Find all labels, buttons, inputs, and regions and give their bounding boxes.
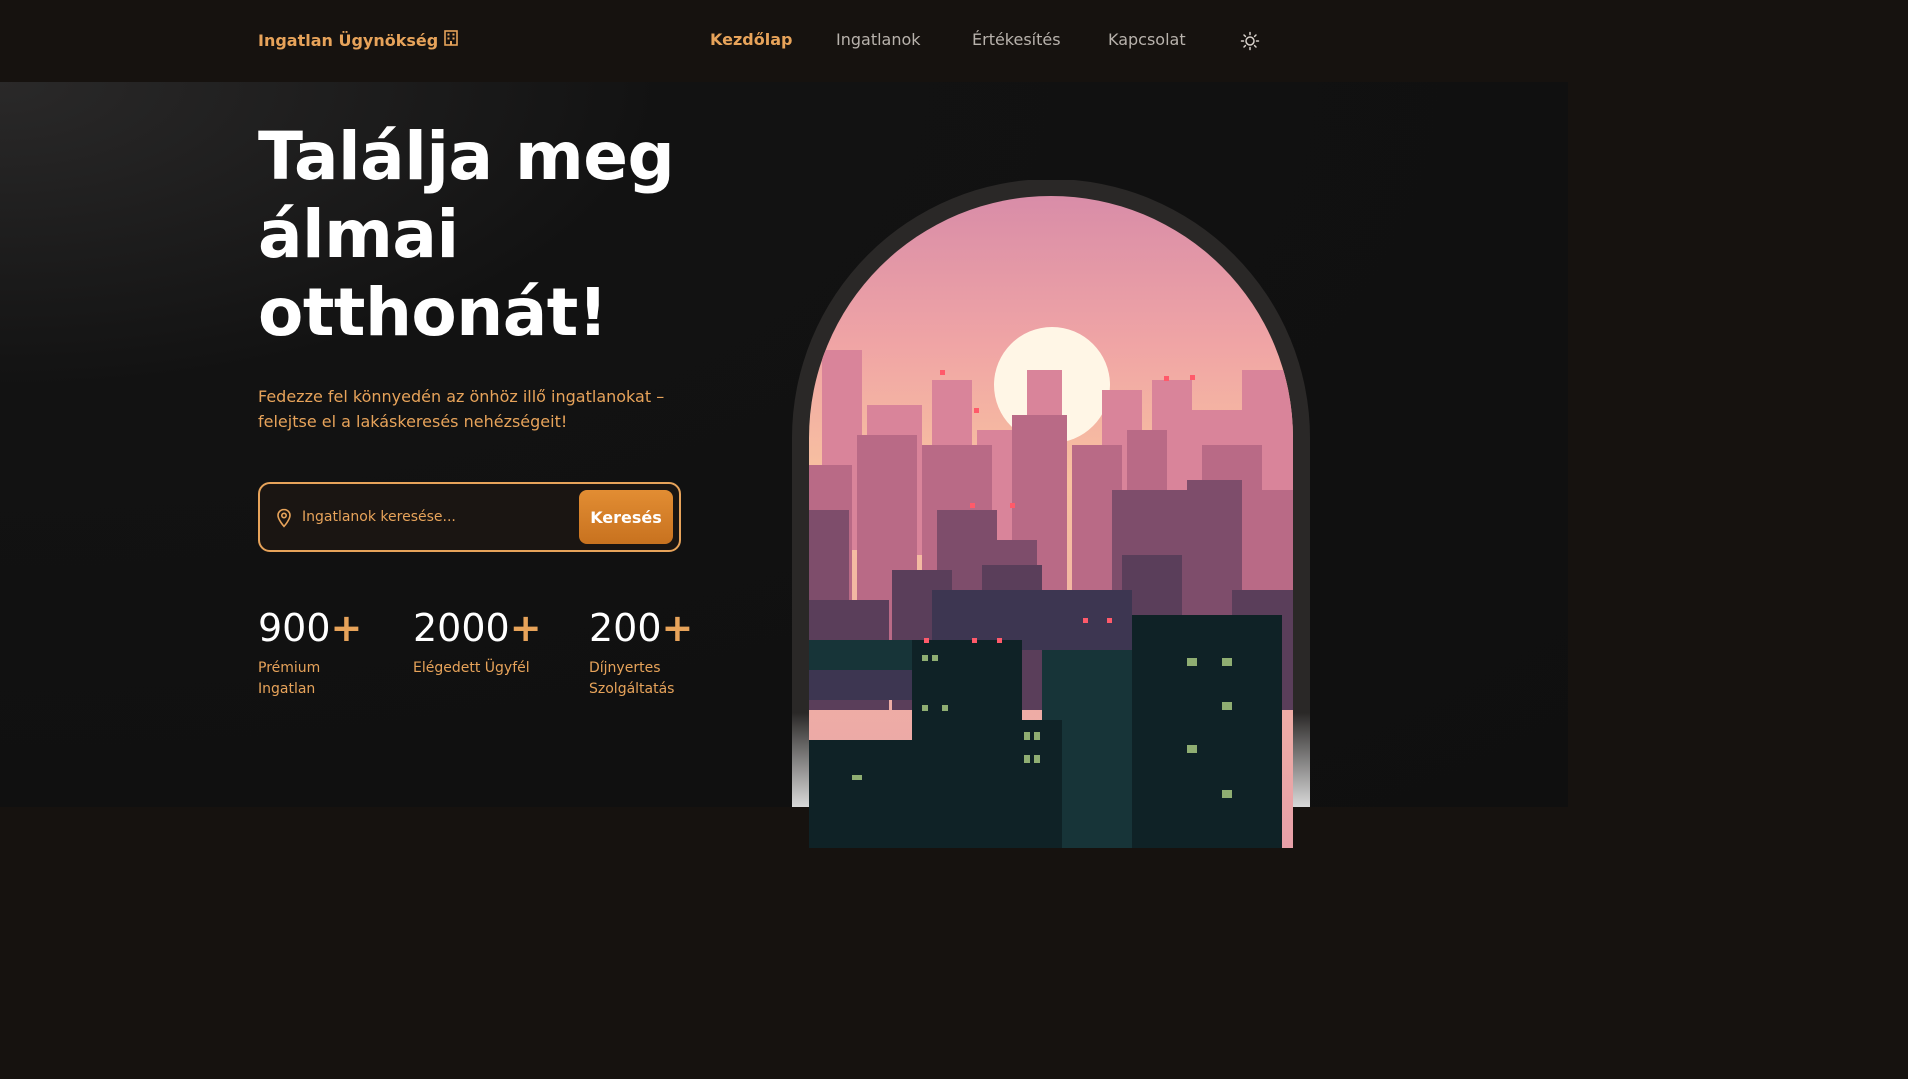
- stat-plus: +: [509, 606, 542, 650]
- hero-subtitle: Fedezze fel könnyedén az önhöz illő inga…: [258, 387, 665, 431]
- search-button[interactable]: Keresés: [579, 490, 673, 544]
- stat-satisfied-clients: 2000+ Elégedett Ügyfél: [413, 604, 542, 679]
- logo[interactable]: Ingatlan Ügynökség: [258, 30, 459, 50]
- stat-number: 2000: [413, 606, 510, 650]
- stat-number: 900: [258, 606, 331, 650]
- hero-title-line: Találja meg: [258, 118, 675, 195]
- nav-item-properties[interactable]: Ingatlanok: [836, 30, 921, 49]
- stat-award-services: 200+ Díjnyertes Szolgáltatás: [589, 604, 709, 700]
- theme-toggle-button[interactable]: [1240, 31, 1260, 51]
- hero-title: Találja meg álmai otthonát!: [258, 118, 738, 352]
- footer-band: [0, 807, 1568, 887]
- location-pin-icon: [277, 508, 291, 528]
- hero-section: [0, 82, 1568, 807]
- stat-number: 200: [589, 606, 662, 650]
- stat-label: Elégedett Ügyfél: [413, 660, 530, 676]
- logo-text: Ingatlan Ügynökség: [258, 30, 439, 50]
- search-bar: Keresés: [258, 482, 681, 552]
- hero-title-line: otthonát!: [258, 274, 608, 351]
- stat-label: Prémium Ingatlan: [258, 660, 321, 697]
- stat-plus: +: [661, 606, 694, 650]
- search-input[interactable]: [302, 504, 572, 530]
- stat-plus: +: [330, 606, 363, 650]
- nav-item-home[interactable]: Kezdőlap: [710, 30, 792, 49]
- nav-item-contact[interactable]: Kapcsolat: [1108, 30, 1186, 49]
- building-icon: [444, 30, 459, 50]
- site-header: Ingatlan Ügynökség Kezdőlap Ingatlanok É…: [0, 0, 1568, 82]
- hero-image-frame: [792, 179, 1310, 848]
- nav-item-sales[interactable]: Értékesítés: [972, 30, 1061, 49]
- sun-icon: [1240, 31, 1260, 51]
- stat-premium-properties: 900+ Prémium Ingatlan: [258, 604, 378, 700]
- hero-title-line: álmai: [258, 196, 459, 273]
- city-skyline-illustration: [792, 179, 1310, 848]
- stat-label: Díjnyertes Szolgáltatás: [589, 660, 675, 697]
